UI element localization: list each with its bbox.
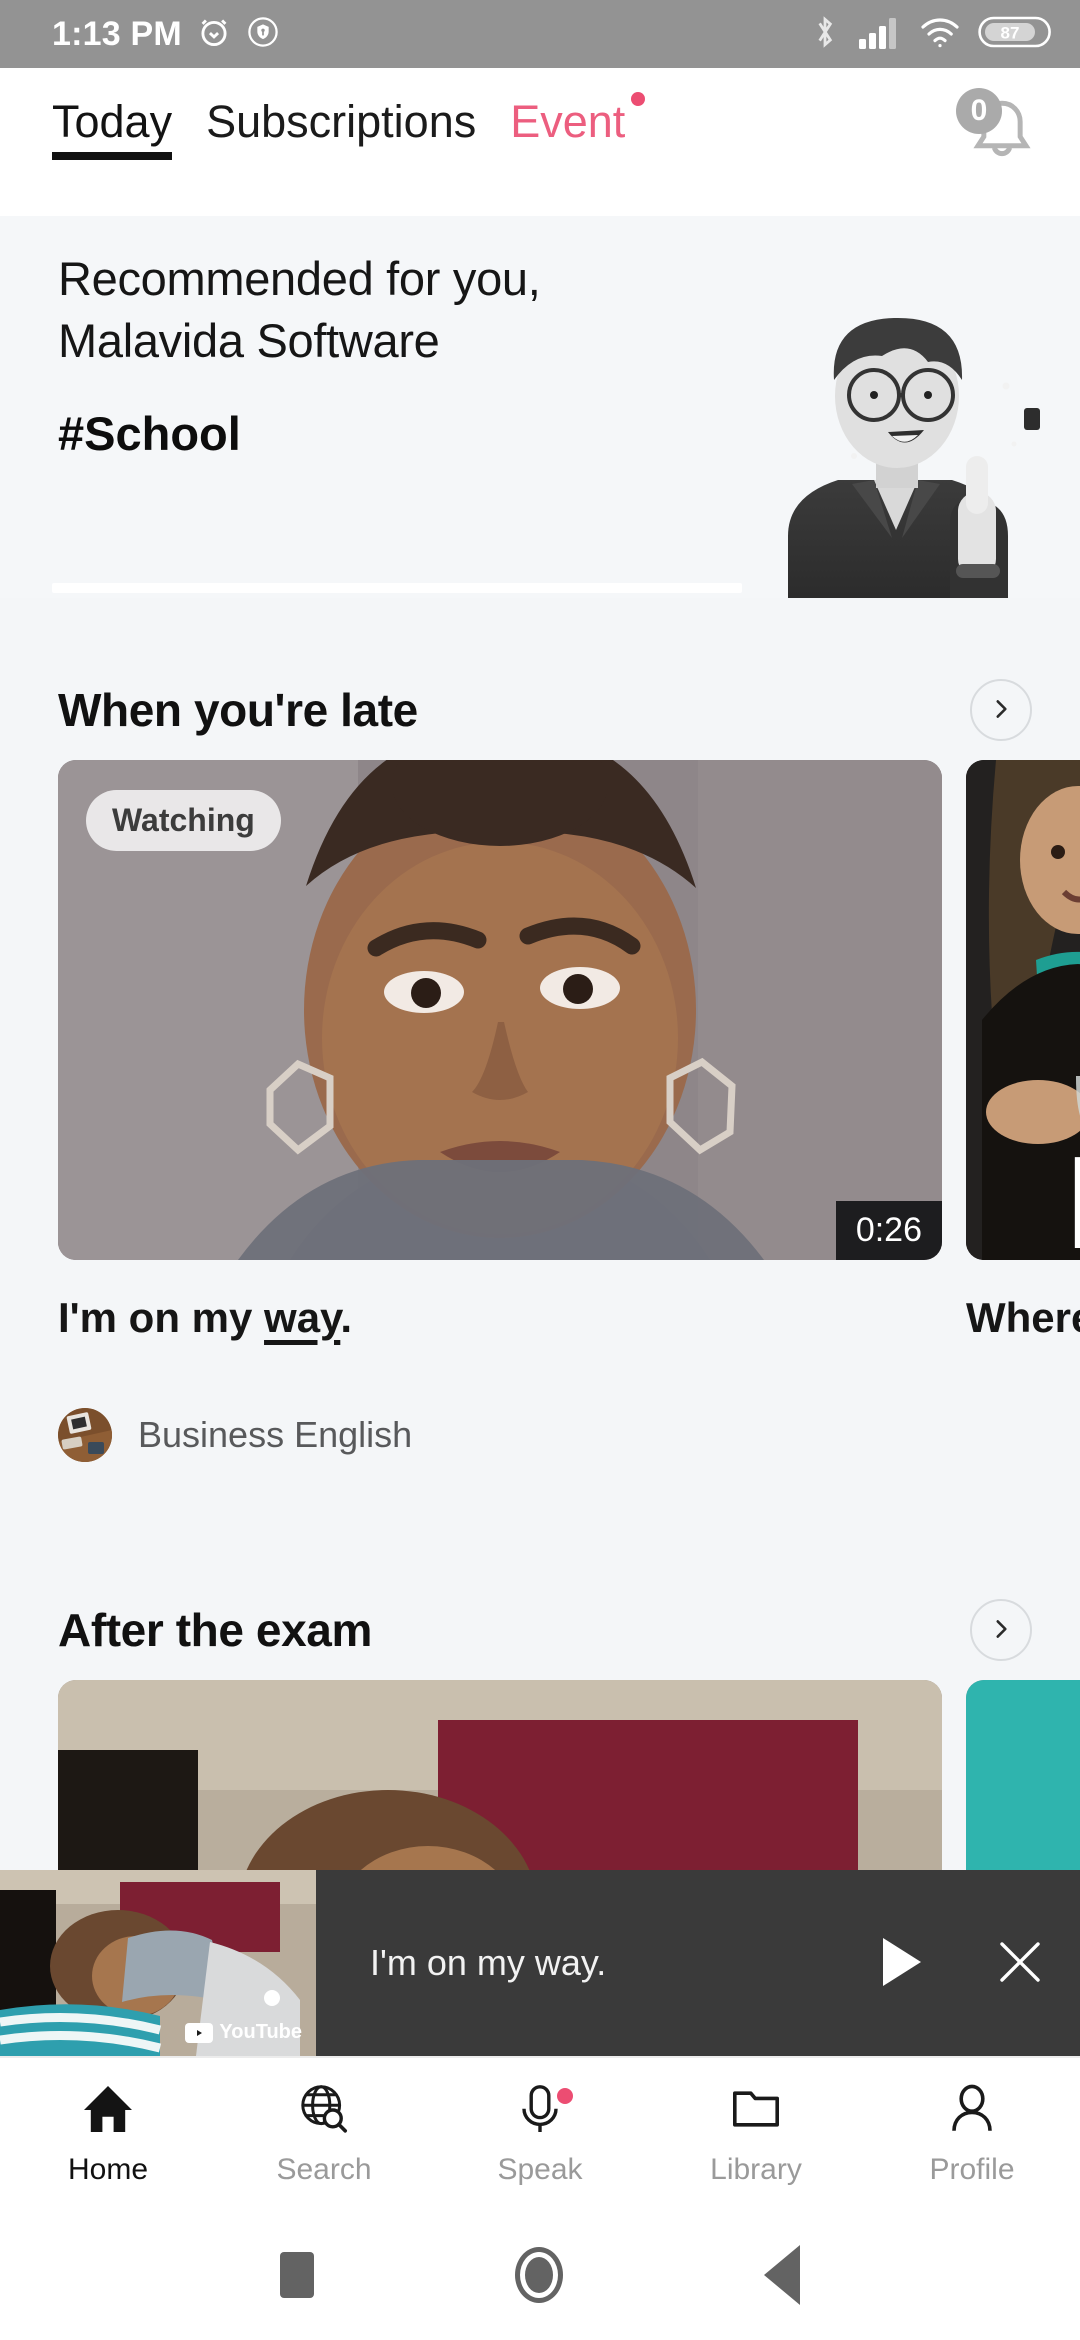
top-tab-bar: Today Subscriptions Event 0 — [0, 68, 1080, 216]
banner-progress-bar — [52, 583, 742, 593]
app-screen: 1:13 PM 87 Today Subscriptions Event 0 R… — [0, 0, 1080, 2340]
play-icon — [875, 1934, 925, 1993]
status-bar-clock: 1:13 PM — [52, 14, 182, 53]
duration-badge: 0:26 — [835, 1201, 942, 1260]
nav-item-home[interactable]: Home — [0, 2058, 216, 2210]
bluetooth-icon — [808, 12, 842, 57]
close-icon — [994, 1936, 1046, 1991]
home-circle-icon[interactable] — [514, 2247, 563, 2303]
channel-name: Business English — [138, 1414, 413, 1455]
tab-subscriptions[interactable]: Subscriptions — [206, 96, 476, 160]
back-triangle-icon[interactable] — [763, 2245, 800, 2305]
notifications-button[interactable]: 0 — [954, 86, 1050, 182]
bottom-navigation-bar: Home Search Speak Library Profile — [0, 2056, 1080, 2210]
youtube-source-badge: YouTube — [185, 2021, 302, 2044]
home-icon — [80, 2082, 136, 2141]
section-more-button[interactable] — [970, 1599, 1032, 1661]
svg-text:L: L — [1066, 1129, 1080, 1260]
chevron-right-icon — [988, 1616, 1014, 1645]
status-bar: 1:13 PM 87 — [0, 0, 1080, 68]
tab-event[interactable]: Event — [510, 92, 646, 160]
nav-item-library[interactable]: Library — [648, 2058, 864, 2210]
folder-icon — [728, 2082, 784, 2141]
battery-icon: 87 — [978, 13, 1052, 56]
section-title: After the exam — [58, 1604, 372, 1656]
nav-label-speak: Speak — [497, 2152, 583, 2186]
nav-item-profile[interactable]: Profile — [864, 2058, 1080, 2210]
nav-label-profile: Profile — [929, 2152, 1015, 2186]
section-title: When you're late — [58, 684, 418, 736]
miniplayer-close-button[interactable] — [960, 1870, 1080, 2056]
speak-notification-dot-icon — [557, 2088, 574, 2104]
chevron-right-icon — [988, 696, 1014, 725]
banner-hashtag: #School — [58, 407, 241, 461]
cellular-signal-icon — [858, 14, 902, 55]
banner-text-block: Recommended for you, Malavida Software #… — [58, 248, 738, 461]
banner-line-2: Malavida Software — [58, 314, 440, 368]
tab-active-underline — [52, 152, 173, 160]
video-title[interactable]: I'm on my way. — [58, 1294, 942, 1342]
nav-label-library: Library — [710, 2152, 802, 2186]
section-header-after-the-exam: After the exam — [0, 1580, 1080, 1680]
recents-square-icon[interactable] — [280, 2252, 315, 2298]
recommendation-banner[interactable]: Recommended for you, Malavida Software #… — [0, 216, 1080, 598]
svg-text:87: 87 — [1001, 23, 1020, 42]
video-title-keyword: way — [264, 1294, 341, 1341]
status-bar-left: 1:13 PM — [52, 14, 280, 55]
person-icon — [944, 2082, 1000, 2141]
android-navigation-bar — [0, 2210, 1080, 2340]
nav-label-search: Search — [276, 2152, 372, 2186]
miniplayer-thumbnail[interactable]: YouTube — [0, 1870, 316, 2056]
youtube-play-icon — [185, 2022, 214, 2043]
woman-frowning-thumbnail[interactable]: Watching 0:26 — [58, 760, 942, 1260]
shield-key-icon — [246, 15, 280, 54]
miniplayer-play-button[interactable] — [840, 1870, 960, 2056]
status-bar-right: 87 — [808, 12, 1052, 57]
section-header-when-youre-late: When you're late — [0, 660, 1080, 760]
miniplayer-title: I'm on my way. — [370, 1942, 607, 1983]
tab-list: Today Subscriptions Event — [52, 68, 954, 160]
video-title-prefix: I'm on my — [58, 1294, 265, 1341]
mini-player[interactable]: YouTube I'm on my way. — [0, 1870, 1080, 2056]
section-more-button[interactable] — [970, 679, 1032, 741]
watching-badge: Watching — [86, 790, 281, 851]
tab-today[interactable]: Today — [52, 96, 173, 160]
tab-subscriptions-label: Subscriptions — [206, 96, 477, 147]
video-title[interactable]: Where — [966, 1294, 1080, 1342]
video-card[interactable]: L Where — [966, 760, 1080, 1462]
channel-row[interactable]: Business English — [58, 1408, 942, 1462]
youtube-label: YouTube — [219, 2021, 302, 2043]
nav-item-speak[interactable]: Speak — [432, 2058, 648, 2210]
business-english-avatar — [58, 1408, 112, 1462]
teacher-character-illustration — [742, 268, 1062, 598]
alarm-icon — [196, 14, 232, 55]
globe-search-icon — [296, 2082, 352, 2141]
nav-item-search[interactable]: Search — [216, 2058, 432, 2210]
tab-today-label: Today — [52, 96, 173, 147]
video-row-when-youre-late[interactable]: Watching 0:26 I'm on my way. Business En… — [0, 760, 1080, 1462]
video-title-suffix: . — [340, 1294, 352, 1341]
woman-wine-glass-thumbnail[interactable]: L — [966, 760, 1080, 1260]
wifi-icon — [918, 13, 962, 56]
nav-label-home: Home — [67, 2152, 149, 2186]
notification-count-badge: 0 — [956, 88, 1002, 134]
tab-event-dot-icon — [631, 92, 646, 106]
tab-event-label: Event — [510, 96, 626, 147]
video-card[interactable]: Watching 0:26 I'm on my way. Business En… — [58, 760, 942, 1462]
banner-line-1: Recommended for you, — [58, 252, 541, 305]
